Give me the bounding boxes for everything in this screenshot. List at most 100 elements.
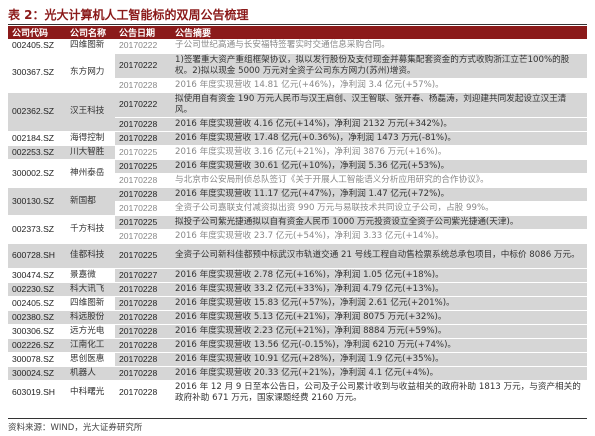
table-row: 002230.SZ 科大讯飞 20170228 2016 年度实现营收 33.2… xyxy=(8,282,587,297)
announce-summary: 2016 年度实现营收 14.81 亿元(+46%)，净利润 3.4 亿元(+5… xyxy=(171,78,587,93)
company-code: 300306.SZ xyxy=(8,324,66,339)
announce-summary: 1)签署重大资产重组框架协议，拟以发行股份及支付现金并募集配套资金的方式收购浙江… xyxy=(171,53,587,79)
company-code: 300474.SZ xyxy=(8,268,66,283)
announce-date: 20170225 xyxy=(115,215,171,230)
top-rule xyxy=(8,24,587,25)
announce-summary: 2016 年度实现营收 4.16 亿元(+14%)，净利润 2132 万元(+3… xyxy=(171,117,587,132)
announce-date: 20170222 xyxy=(115,53,171,79)
table-row: 300367.SZ 东方网力 20170222 1)签署重大资产重组框架协议，拟… xyxy=(8,53,587,93)
company-code: 002405.SZ xyxy=(8,296,66,311)
company-code: 002230.SZ xyxy=(8,282,66,297)
announce-summary: 2016 年度实现营收 30.61 亿元(+10%)，净利润 5.36 亿元(+… xyxy=(171,159,587,174)
company-code: 002380.SZ xyxy=(8,310,66,325)
company-name: 千方科技 xyxy=(66,215,115,244)
table-row: 300306.SZ 远方光电 20170228 2016 年度实现营收 2.23… xyxy=(8,324,587,339)
table-row: 002405.SZ 四维图新 20170228 2016 年度实现营收 15.8… xyxy=(8,296,587,311)
announce-summary: 2016 年度实现营收 10.91 亿元(+28%)，净利润 1.9 亿元(+3… xyxy=(171,352,587,367)
table-row: 002373.SZ 千方科技 20170225 拟投子公司紫光捷通拟以自有资金人… xyxy=(8,215,587,244)
table-row: 002253.SZ 川大智胜 20170225 2016 年度实现营收 3.16… xyxy=(8,145,587,160)
table-row: 300130.SZ 新国都 20170228 2016 年度实现营收 11.17… xyxy=(8,187,587,216)
announce-date: 20170228 xyxy=(115,201,171,216)
announce-date: 20170228 xyxy=(115,380,171,406)
announce-date: 20170228 xyxy=(115,338,171,353)
table-row: 300078.SZ 思创医惠 20170228 2016 年度实现营收 10.9… xyxy=(8,352,587,367)
company-name: 川大智胜 xyxy=(66,145,115,160)
announce-date: 20170228 xyxy=(115,78,171,93)
company-code: 600728.SH xyxy=(8,243,66,269)
table-row: 300002.SZ 神州泰岳 20170225 2016 年度实现营收 30.6… xyxy=(8,159,587,188)
announce-date: 20170228 xyxy=(115,352,171,367)
company-name: 思创医惠 xyxy=(66,352,115,367)
company-code: 002184.SZ xyxy=(8,131,66,146)
announce-date: 20170228 xyxy=(115,131,171,146)
company-name: 科远股份 xyxy=(66,310,115,325)
announce-date: 20170228 xyxy=(115,296,171,311)
announce-summary: 2016 年度实现营收 15.83 亿元(+57%)，净利润 2.61 亿元(+… xyxy=(171,296,587,311)
company-name: 佳都科技 xyxy=(66,243,115,269)
header-summary: 公告摘要 xyxy=(171,26,587,39)
announce-date: 20170225 xyxy=(115,159,171,174)
announce-summary: 2016 年度实现营收 33.2 亿元(+33%)，净利润 4.79 亿元(+1… xyxy=(171,282,587,297)
announce-date: 20170227 xyxy=(115,268,171,283)
company-name: 科大讯飞 xyxy=(66,282,115,297)
company-name: 四维图新 xyxy=(66,296,115,311)
announcement-table: 公司代码 公司名称 公告日期 公告摘要 002405.SZ 四维图新 20170… xyxy=(8,26,587,406)
company-name: 景嘉微 xyxy=(66,268,115,283)
announce-summary: 2016 年度实现营收 20.33 亿元(+21%)，净利润 4.1 亿元(+4… xyxy=(171,366,587,381)
announce-date: 20170225 xyxy=(115,243,171,269)
company-code: 002226.SZ xyxy=(8,338,66,353)
announce-date: 20170228 xyxy=(115,229,171,244)
company-code: 300002.SZ xyxy=(8,159,66,188)
announce-date: 20170222 xyxy=(115,39,171,54)
announce-date: 20170228 xyxy=(115,324,171,339)
company-code: 002362.SZ xyxy=(8,92,66,132)
table-row: 603019.SH 中科曙光 20170228 2016 年 12 月 9 日至… xyxy=(8,380,587,406)
announce-date: 20170228 xyxy=(115,310,171,325)
announce-summary: 2016 年 12 月 9 日至本公告日，公司及子公司累计收到与收益相关的政府补… xyxy=(171,380,587,406)
table-row: 300024.SZ 机器人 20170228 2016 年度实现营收 20.33… xyxy=(8,366,587,381)
announce-summary: 2016 年度实现营收 2.78 亿元(+16%)，净利润 1.05 亿元(+1… xyxy=(171,268,587,283)
announce-summary: 2016 年度实现营收 2.23 亿元(+21%)，净利润 8884 万元(+5… xyxy=(171,324,587,339)
announce-summary: 全资子公司新科佳都预中标武汉市轨道交通 21 号线工程自动售检票系统总承包项目，… xyxy=(171,243,587,269)
company-code: 300024.SZ xyxy=(8,366,66,381)
company-name: 东方网力 xyxy=(66,53,115,93)
source-note: 资料来源：WIND，光大证券研究所 xyxy=(8,423,143,433)
announce-date: 20170228 xyxy=(115,282,171,297)
announce-summary: 子公司世纪高通与长安福特签署实时交通信息采购合同。 xyxy=(171,39,587,54)
table-row: 002362.SZ 汉王科技 20170222 拟使用自有资金 190 万元人民… xyxy=(8,92,587,132)
header-name: 公司名称 xyxy=(66,26,115,39)
company-name: 江南化工 xyxy=(66,338,115,353)
company-code: 300367.SZ xyxy=(8,53,66,93)
table-row: 002405.SZ 四维图新 20170222 子公司世纪高通与长安福特签署实时… xyxy=(8,39,587,54)
table-row: 600728.SH 佳都科技 20170225 全资子公司新科佳都预中标武汉市轨… xyxy=(8,243,587,269)
company-name: 汉王科技 xyxy=(66,92,115,132)
company-code: 300130.SZ xyxy=(8,187,66,216)
company-name: 中科曙光 xyxy=(66,380,115,406)
bottom-rule xyxy=(8,418,587,419)
header-date: 公告日期 xyxy=(115,26,171,39)
announce-summary: 2016 年度实现营收 3.16 亿元(+21%)，净利润 3876 万元(+1… xyxy=(171,145,587,160)
header-code: 公司代码 xyxy=(8,26,66,39)
announce-date: 20170225 xyxy=(115,145,171,160)
company-code: 002405.SZ xyxy=(8,39,66,54)
table-row: 002184.SZ 海得控制 20170228 2016 年度实现营收 17.4… xyxy=(8,131,587,146)
company-code: 002373.SZ xyxy=(8,215,66,244)
table-row: 002380.SZ 科远股份 20170228 2016 年度实现营收 5.13… xyxy=(8,310,587,325)
company-name: 远方光电 xyxy=(66,324,115,339)
announce-summary: 2016 年度实现营收 23.7 亿元(+54%)，净利润 3.33 亿元(+1… xyxy=(171,229,587,244)
company-code: 603019.SH xyxy=(8,380,66,406)
company-name: 机器人 xyxy=(66,366,115,381)
table-title: 表 2：光大计算机人工智能标的双周公告梳理 xyxy=(8,8,249,22)
announce-summary: 全资子公司嘉联支付减资拟出资 990 万元与易联技术共同设立子公司，占股 99%… xyxy=(171,201,587,216)
announce-date: 20170228 xyxy=(115,366,171,381)
announce-date: 20170228 xyxy=(115,187,171,202)
table-row: 002226.SZ 江南化工 20170228 2016 年度实现营收 13.5… xyxy=(8,338,587,353)
company-name: 海得控制 xyxy=(66,131,115,146)
announce-summary: 2016 年度实现营收 5.13 亿元(+21%)，净利润 8075 万元(+3… xyxy=(171,310,587,325)
announce-date: 20170222 xyxy=(115,92,171,118)
announce-summary: 与北京市公安局刑侦总队签订《关于开展人工智能语义分析应用研究的合作协议》。 xyxy=(171,173,587,188)
company-code: 300078.SZ xyxy=(8,352,66,367)
announce-summary: 2016 年度实现营收 13.56 亿元(-0.15%)，净利润 6210 万元… xyxy=(171,338,587,353)
company-code: 002253.SZ xyxy=(8,145,66,160)
announce-summary: 2016 年度实现营收 17.48 亿元(+0.36%)，净利润 1473 万元… xyxy=(171,131,587,146)
